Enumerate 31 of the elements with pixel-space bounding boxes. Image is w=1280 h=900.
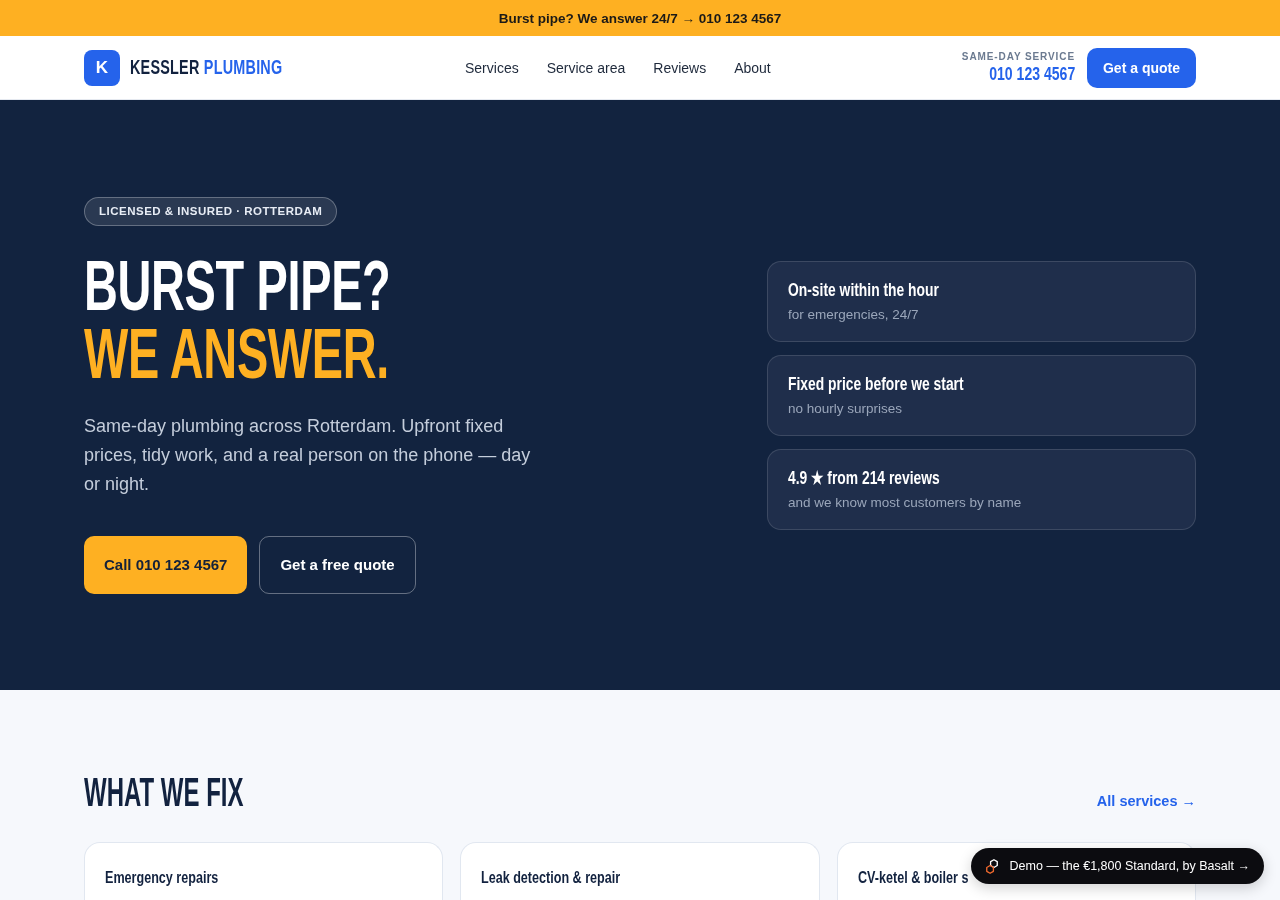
highlight-subtitle: for emergencies, 24/7	[788, 305, 919, 324]
hexagons-icon	[985, 858, 998, 874]
hero-badge: LICENSED & INSURED · ROTTERDAM	[84, 196, 338, 226]
section-title: WHAT WE FIX	[84, 770, 244, 814]
hero-headline: BURST PIPE?	[84, 251, 391, 320]
hero-intro: Same-day plumbing across Rotterdam. Upfront fixed prices, tidy work, and a real person on the phone — day or night.	[84, 414, 532, 496]
service-card[interactable]: Leak detection & repair	[460, 842, 820, 900]
announcement-text: Burst pipe? We answer 24/7 → 010 123 4567	[498, 10, 782, 26]
highlight-subtitle: and we know most customers by name	[788, 493, 1022, 512]
highlight-title: Fixed price before we start	[788, 372, 964, 396]
brand-name[interactable]: KESSLER	[130, 56, 200, 78]
hero-headline: WE ANSWER.	[84, 319, 389, 388]
call-button[interactable]: Call 010 123 4567	[84, 535, 248, 594]
quote-button[interactable]: Get a quote	[1087, 47, 1196, 88]
service-card-title: Leak detection & repair	[481, 867, 621, 889]
nav-link[interactable]: Service area	[546, 59, 626, 76]
highlight-title: On-site within the hour	[788, 278, 939, 302]
phone-number[interactable]: 010 123 4567	[988, 62, 1075, 85]
highlight-title: 4.9 ★ from 214 reviews	[788, 466, 940, 490]
service-card[interactable]: Emergency repairs	[84, 842, 444, 900]
all-services-link[interactable]: All services →	[1096, 793, 1196, 809]
logo-mark[interactable]: K	[84, 49, 120, 86]
nav-link[interactable]: About	[734, 59, 771, 76]
brand-name-accent[interactable]: PLUMBING	[203, 56, 283, 78]
service-label: SAME-DAY SERVICE	[961, 50, 1075, 62]
nav-link[interactable]: Reviews	[653, 59, 707, 76]
nav-link[interactable]: Services	[465, 59, 519, 76]
service-card-title: Emergency repairs	[105, 867, 219, 889]
service-card-title: CV-ketel & boiler s	[857, 867, 969, 889]
quote-button[interactable]: Get a free quote	[259, 535, 416, 594]
highlight-subtitle: no hourly surprises	[788, 399, 903, 418]
